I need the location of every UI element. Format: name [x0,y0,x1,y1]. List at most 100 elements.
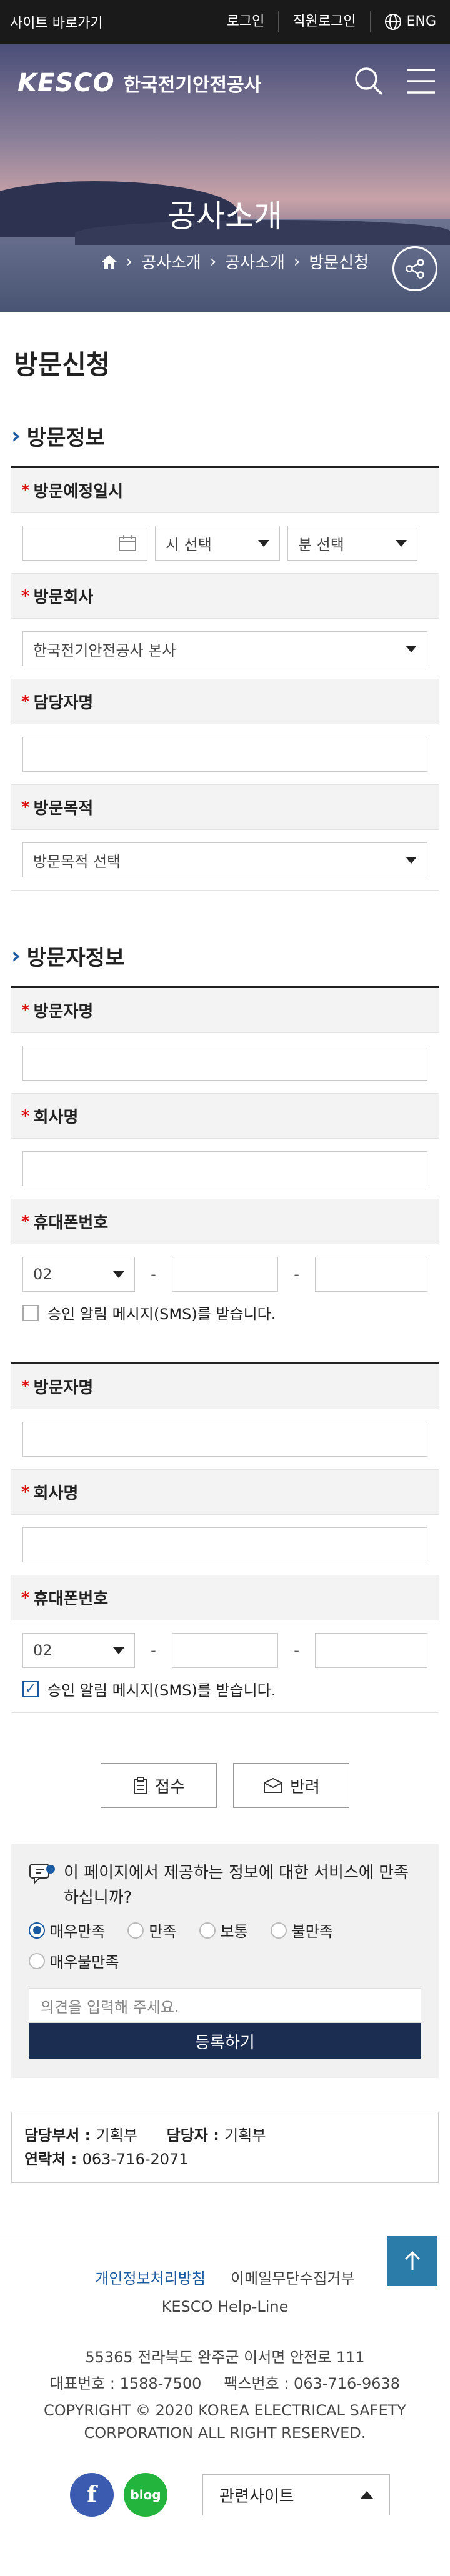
hour-select[interactable]: 시 선택 [155,526,280,561]
chevron-down-icon [396,539,407,547]
minute-select[interactable]: 분 선택 [288,526,418,561]
blog-icon[interactable]: blog [124,2473,168,2517]
breadcrumb-item[interactable]: 공사소개 [225,250,285,273]
sms-consent-label: 승인 알림 메시지(SMS)를 받습니다. [48,1682,276,1699]
contact-info: 담당부서 : 기획부 담당자 : 기획부 연락처 : 063-716-2071 [11,2112,439,2183]
footer-bottom: f blog 관련사이트 [70,2473,450,2517]
visit-info-form: * 방문예정일시 시 선택 분 선택 * 방문회사 한국전기안전공사 본사 * 담당자… [11,466,439,891]
visitor-phone-label: 휴대폰번호 [33,1590,109,1609]
section-title-text: 방문자정보 [26,946,125,971]
checkbox[interactable] [22,1304,39,1321]
accept-button[interactable]: 접수 [101,1763,217,1808]
footer-phone-line: 대표번호 : 1588-7500 팩스번호 : 063-716-9638 [0,2370,450,2397]
visitor-name-label: 방문자명 [33,1002,94,1021]
survey-option[interactable]: 매우불만족 [29,1950,119,1972]
radio[interactable] [270,1922,287,1939]
share-button[interactable] [392,246,438,291]
phone-middle-input[interactable] [171,1257,279,1292]
required-mark: * [21,1482,30,1502]
sms-consent-checkbox[interactable]: 승인 알림 메시지(SMS)를 받습니다. [22,1302,428,1324]
visitor-phone-row: 02 - - 승인 알림 메시지(SMS)를 받습니다. [11,1244,439,1336]
radio[interactable] [128,1922,144,1939]
footer-address: 55365 전라북도 완주군 이서면 안전로 111 [85,2349,365,2366]
dept-value: 기획부 [96,2127,138,2144]
checkbox-checked[interactable] [22,1680,39,1697]
chevron-down-icon [406,856,417,864]
field-label: * 담당자명 [11,679,439,724]
survey-submit-button[interactable]: 등록하기 [29,2023,421,2059]
phone-middle-input[interactable] [171,1633,279,1668]
skip-link[interactable]: 사이트 바로가기 [0,12,103,32]
company-select[interactable]: 한국전기안전공사 본사 [22,631,428,666]
required-mark: * [21,1588,30,1607]
visitor-company-input[interactable] [22,1527,428,1562]
email-refuse-link[interactable]: 이메일무단수집거부 [231,2266,355,2288]
breadcrumb-current: 방문신청 [309,254,369,272]
reject-button[interactable]: 반려 [233,1763,349,1808]
section-title-visitor: › 방문자정보 [11,941,439,971]
reject-label: 반려 [290,1777,320,1797]
visitor-name-label: 방문자명 [33,1379,94,1397]
related-sites-select[interactable]: 관련사이트 [202,2474,390,2515]
visitor-name-input[interactable] [22,1046,428,1081]
phone-last-input[interactable] [314,1633,428,1668]
phone-prefix-value: 02 [33,1642,52,1659]
breadcrumb-item[interactable]: 공사소개 [141,250,201,273]
sms-consent-checkbox[interactable]: 승인 알림 메시지(SMS)를 받습니다. [22,1678,428,1700]
minute-select-value: 분 선택 [298,536,344,554]
field-label: * 회사명 [11,1470,439,1515]
home-icon[interactable] [101,254,118,269]
staff-login-link[interactable]: 직원로그인 [278,11,369,32]
survey-option[interactable]: 보통 [199,1919,248,1941]
phone-prefix-select[interactable]: 02 [22,1633,136,1668]
field-label: * 회사명 [11,1094,439,1139]
language-link[interactable]: ENG [369,11,450,32]
visitor-name-input[interactable] [22,1422,428,1457]
survey-option[interactable]: 불만족 [270,1919,333,1941]
share-icon [406,259,424,279]
staff-field-row [11,724,439,785]
purpose-select[interactable]: 방문목적 선택 [22,842,428,877]
company-label: 방문회사 [33,588,94,607]
radio[interactable] [29,1952,45,1969]
required-mark: * [21,481,30,500]
utility-links: 로그인 직원로그인 ENG [213,0,450,44]
visitor-company-label: 회사명 [33,1484,79,1503]
visitor-phone-label: 휴대폰번호 [33,1214,109,1232]
phone-dash: - [151,1642,156,1659]
phone-last-input[interactable] [314,1257,428,1292]
required-mark: * [21,797,30,817]
phone-prefix-select[interactable]: 02 [22,1257,136,1292]
visitor-company-input[interactable] [22,1151,428,1186]
accept-label: 접수 [155,1777,185,1797]
survey-option[interactable]: 만족 [128,1919,177,1941]
survey-question-text: 이 페이지에서 제공하는 정보에 대한 서비스에 만족하십니까? [64,1864,409,1907]
purpose-field-row: 방문목적 선택 [11,830,439,891]
chevron-right-icon: › [11,423,21,449]
opinion-input[interactable]: 의견을 입력해 주세요. [29,1988,421,2023]
staff-input[interactable] [22,737,428,772]
search-icon[interactable] [354,66,384,96]
site-logo[interactable]: KESCO 한국전기안전공사 [18,69,261,97]
radio-selected[interactable] [29,1922,45,1939]
date-input[interactable] [22,526,148,561]
scroll-top-button[interactable] [388,2236,438,2286]
visitor-company-label: 회사명 [33,1108,79,1127]
privacy-link[interactable]: 개인정보처리방침 [95,2266,206,2288]
menu-icon[interactable] [406,67,436,95]
date-label: 방문예정일시 [33,482,124,501]
visitor-name-row [11,1409,439,1470]
required-mark: * [21,692,30,711]
radio[interactable] [199,1922,216,1939]
staff-label: 담당자 : [166,2127,219,2144]
login-link[interactable]: 로그인 [213,11,279,32]
hero-title: 공사소개 [168,198,282,234]
helpline-link[interactable]: KESCO Help-Line [0,2298,450,2315]
field-label: * 방문회사 [11,574,439,619]
survey-option[interactable]: 매우만족 [29,1919,105,1941]
calendar-icon[interactable] [118,534,137,552]
visitor-form-2: *방문자명 *회사명 *휴대폰번호 02 - - 승인 알림 메시지(SMS)를… [11,1362,439,1713]
top-utility-bar: 사이트 바로가기 로그인 직원로그인 ENG [0,0,450,44]
facebook-icon[interactable]: f [70,2473,114,2517]
related-sites-label: 관련사이트 [219,2487,294,2506]
